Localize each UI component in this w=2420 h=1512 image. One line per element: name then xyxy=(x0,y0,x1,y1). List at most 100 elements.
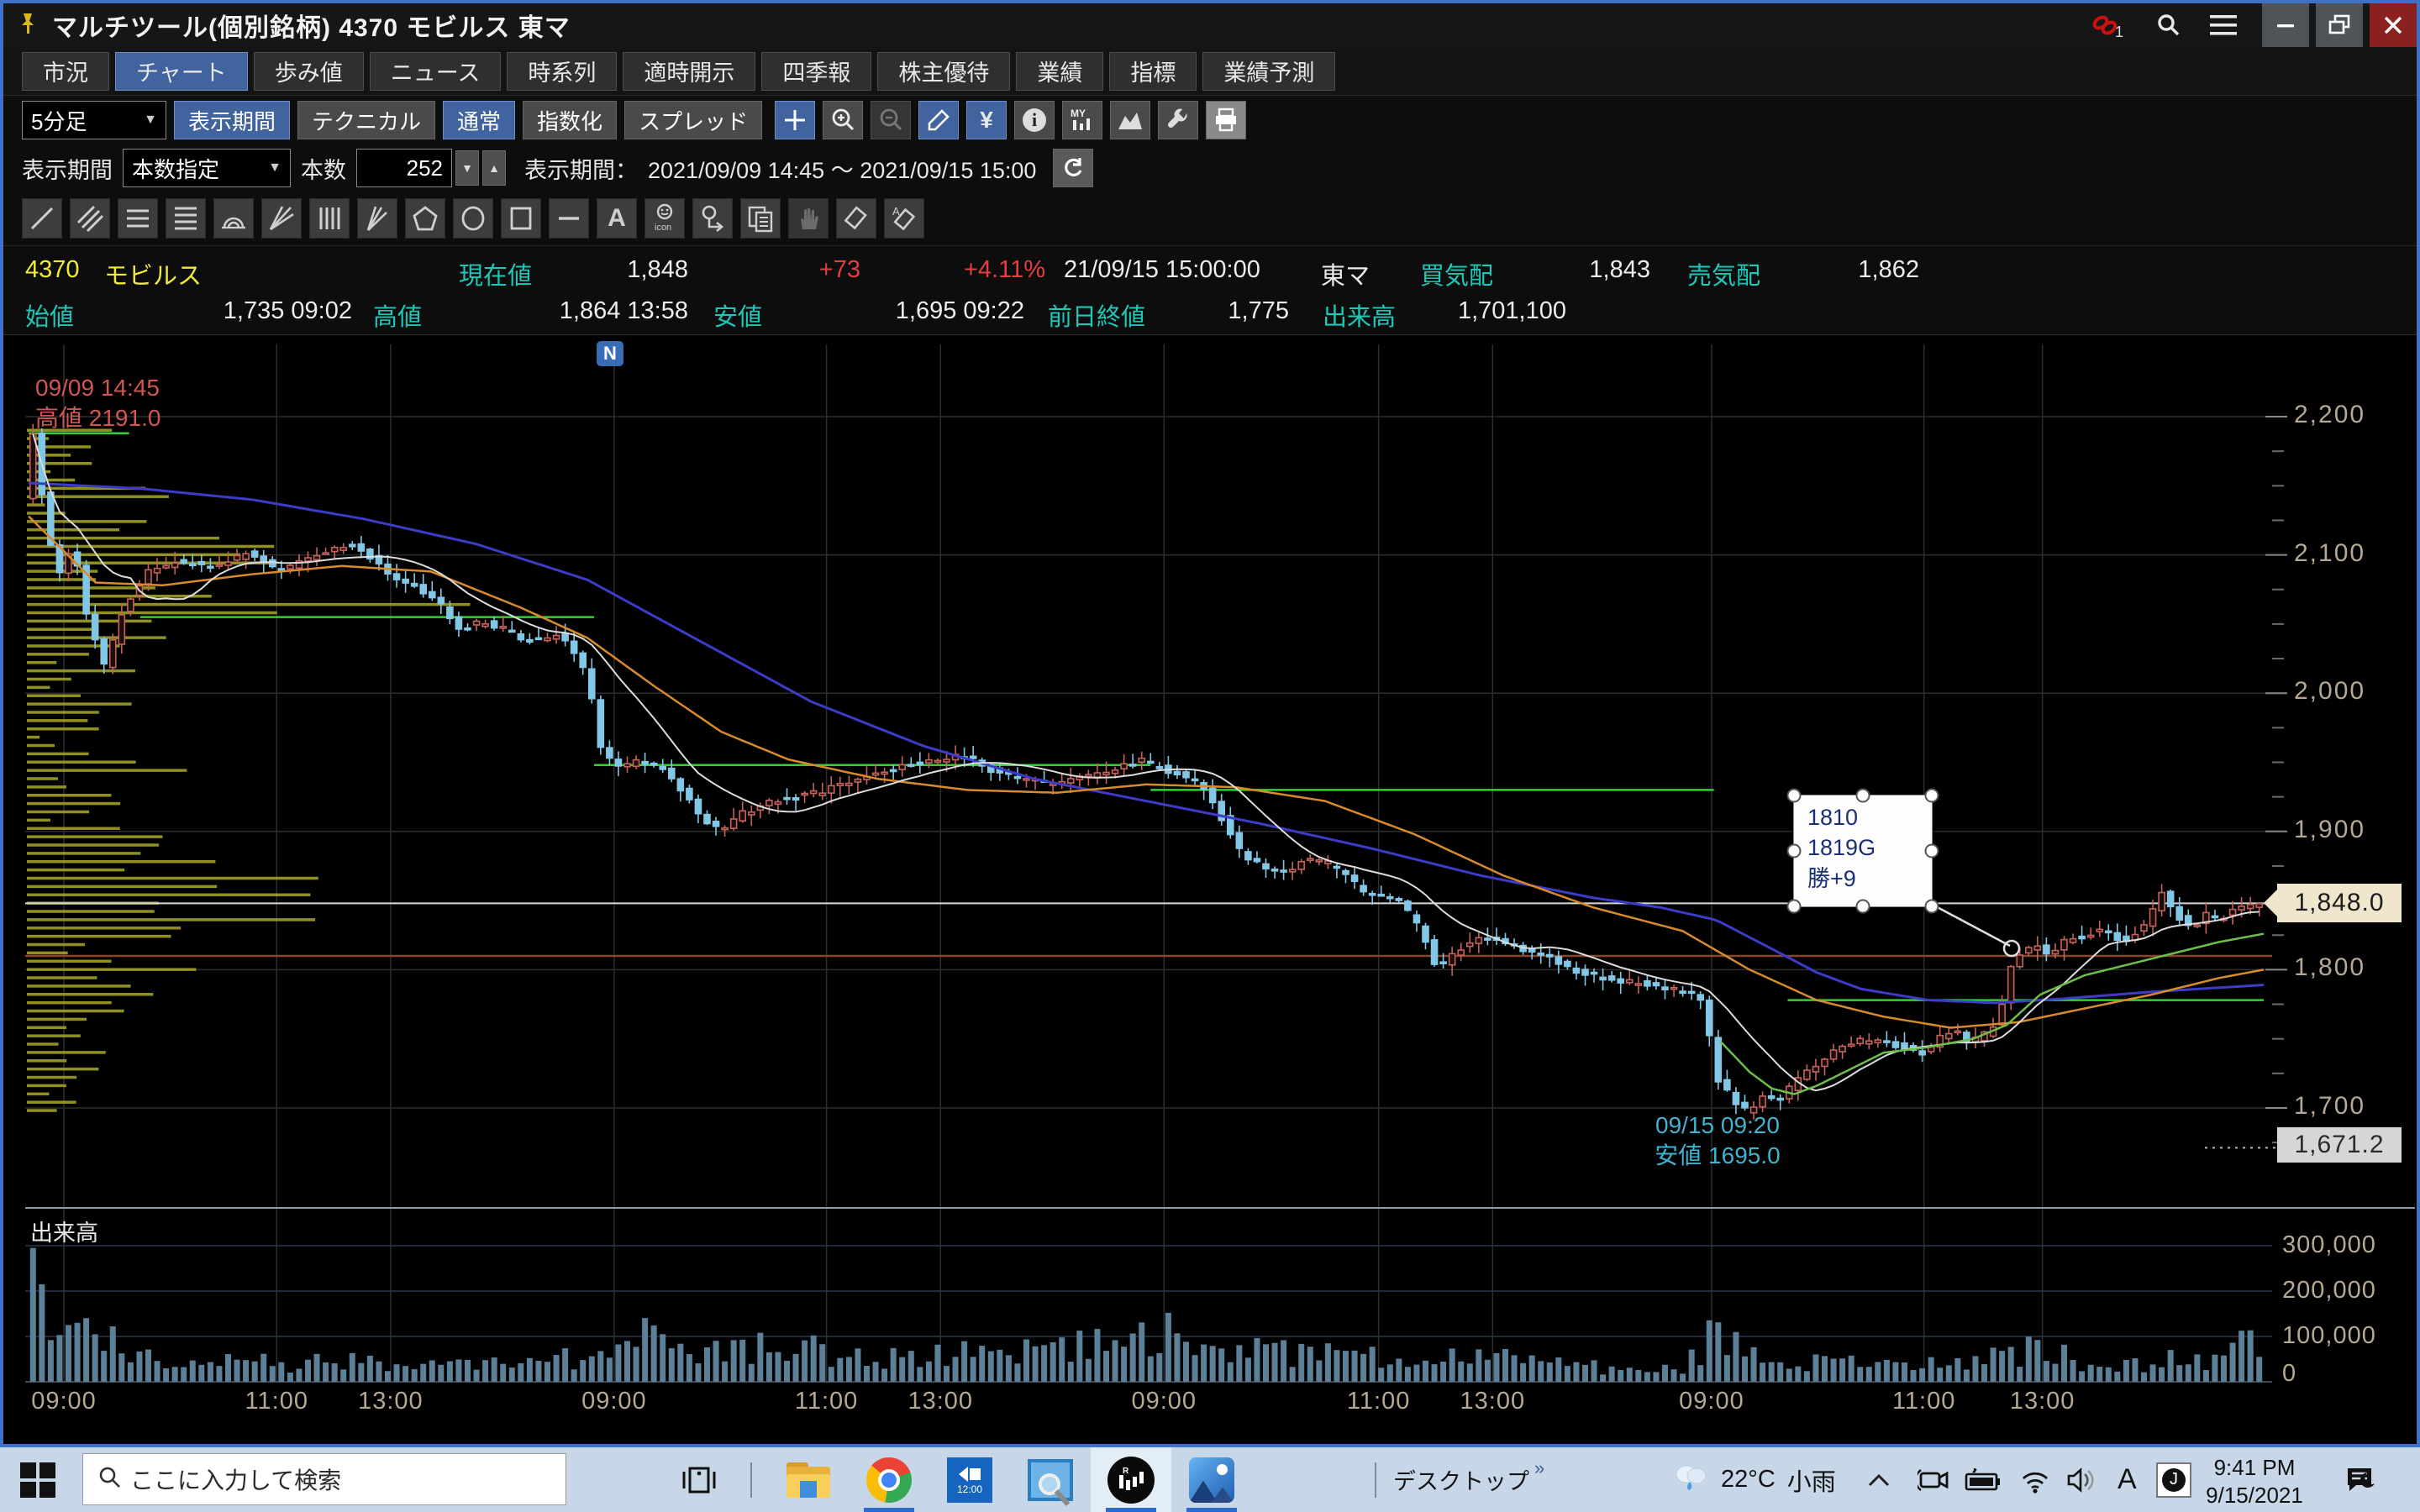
wifi-tray-icon[interactable] xyxy=(2018,1447,2052,1512)
copy-object-icon[interactable] xyxy=(740,198,781,239)
volume-label: 出来高 xyxy=(1323,297,1396,333)
display-period-button[interactable]: 表示期間 xyxy=(174,101,290,139)
indexed-button[interactable]: 指数化 xyxy=(523,101,617,139)
tab-news[interactable]: ニュース xyxy=(370,52,502,91)
eraser-icon[interactable] xyxy=(836,198,876,239)
current-price: 1,848 xyxy=(583,256,688,284)
grid-lines-4-icon[interactable] xyxy=(166,198,206,239)
pointer-return-icon[interactable] xyxy=(692,198,733,239)
yen-icon[interactable]: ¥ xyxy=(966,101,1007,139)
start-button[interactable] xyxy=(20,1447,55,1512)
weather-desc: 小雨 xyxy=(1787,1462,1836,1498)
minimize-button[interactable] xyxy=(2262,3,2309,47)
callout-handle[interactable] xyxy=(1856,789,1870,803)
volume-tray-icon[interactable] xyxy=(2065,1447,2101,1512)
callout-handle[interactable] xyxy=(1925,844,1939,858)
stock-code: 4370 xyxy=(25,256,80,284)
hidden-icons-chevron[interactable] xyxy=(1867,1447,1891,1512)
taskbar-search-input[interactable]: ここに入力して検索 xyxy=(82,1453,566,1505)
restore-button[interactable] xyxy=(2316,3,2363,47)
camera-tray-icon[interactable] xyxy=(1918,1447,1949,1512)
link-group-icon[interactable]: 1 xyxy=(2084,3,2131,47)
open-value: 1,735 09:02 xyxy=(171,297,352,325)
title-bar[interactable]: マルチツール(個別銘柄) 4370 モビルス 東マ 1 xyxy=(3,3,2417,47)
rectangle-icon[interactable] xyxy=(501,198,541,239)
pencil-icon[interactable] xyxy=(918,101,959,139)
eraser-all-icon[interactable]: A xyxy=(884,198,924,239)
period-label: 表示期間 xyxy=(22,152,113,185)
callout-handle[interactable] xyxy=(1787,844,1802,858)
task-view-icon[interactable] xyxy=(682,1447,716,1512)
text-icon[interactable]: A xyxy=(597,198,637,239)
callout-handle[interactable] xyxy=(1856,900,1870,914)
file-explorer-icon[interactable] xyxy=(768,1447,849,1512)
tab-timeseries[interactable]: 時系列 xyxy=(507,52,617,91)
callout-handle[interactable] xyxy=(1925,900,1939,914)
printer-icon[interactable] xyxy=(1206,101,1246,139)
spread-button[interactable]: スプレッド xyxy=(624,101,762,139)
interval-dropdown[interactable]: 5分足 ▼ xyxy=(22,101,166,139)
fan-lines-icon[interactable] xyxy=(261,198,302,239)
period-mode-dropdown[interactable]: 本数指定 ▼ xyxy=(123,149,291,187)
grid-lines-3-icon[interactable] xyxy=(118,198,158,239)
search-icon[interactable] xyxy=(2144,3,2191,47)
window-title: マルチツール(個別銘柄) 4370 モビルス 東マ xyxy=(52,7,571,44)
tab-indicators[interactable]: 指標 xyxy=(1109,52,1197,91)
technical-button[interactable]: テクニカル xyxy=(297,101,435,139)
marketspeed-app-icon[interactable]: R xyxy=(1091,1447,1171,1512)
ellipse-icon[interactable] xyxy=(453,198,493,239)
normal-button[interactable]: 通常 xyxy=(443,101,515,139)
pentagon-icon[interactable] xyxy=(405,198,445,239)
high-label: 高値 xyxy=(373,297,422,333)
callout-handle[interactable] xyxy=(1787,789,1802,803)
icon-stamp-icon[interactable]: icon xyxy=(644,198,685,239)
parallel-channel-icon[interactable] xyxy=(70,198,110,239)
desktop-toolbar[interactable]: デスクトップ » xyxy=(1393,1447,1539,1512)
tab-market[interactable]: 市況 xyxy=(22,52,109,91)
tab-benefit[interactable]: 株主優待 xyxy=(877,52,1010,91)
trade-note-callout[interactable]: 1810 1819G 勝+9 xyxy=(1793,795,1933,907)
pitchfork-icon[interactable] xyxy=(357,198,397,239)
snip-tool-icon[interactable] xyxy=(1010,1447,1091,1512)
vertical-grid-icon[interactable] xyxy=(309,198,350,239)
overflow-chevron-icon[interactable]: » xyxy=(1534,1457,1544,1479)
taskbar-clock[interactable]: 9:41 PM 9/15/2021 xyxy=(2191,1454,2317,1509)
callout-handle[interactable] xyxy=(1787,900,1802,914)
chart-area[interactable]: 09/09 14:45 高値 2191.0 N 09/15 09:20 安値 1… xyxy=(3,336,2417,1447)
action-center-icon[interactable] xyxy=(2344,1447,2378,1512)
trend-line-icon[interactable] xyxy=(22,198,62,239)
zoom-in-icon[interactable] xyxy=(823,101,863,139)
photos-app-icon[interactable] xyxy=(1171,1447,1252,1512)
weather-widget[interactable]: 22°C 小雨 xyxy=(1672,1447,1836,1512)
tab-shikiho[interactable]: 四季報 xyxy=(761,52,871,91)
wrench-icon[interactable] xyxy=(1158,101,1198,139)
info-icon[interactable]: i xyxy=(1014,101,1055,139)
count-decrement-button[interactable]: ▼ xyxy=(455,150,479,186)
news-marker[interactable]: N xyxy=(597,341,623,366)
menu-icon[interactable] xyxy=(2200,3,2247,47)
area-icon[interactable] xyxy=(1110,101,1150,139)
tab-disclosure[interactable]: 適時開示 xyxy=(623,52,755,91)
tab-chart[interactable]: チャート xyxy=(115,52,248,91)
time-axis-label: 09:00 xyxy=(1653,1388,1770,1415)
chrome-icon[interactable] xyxy=(849,1447,929,1512)
ime-language-icon[interactable]: J xyxy=(2156,1447,2191,1512)
tab-forecast[interactable]: 業績予測 xyxy=(1202,52,1335,91)
hand-icon[interactable] xyxy=(788,198,829,239)
callout-handle[interactable] xyxy=(1925,789,1939,803)
crosshair-icon[interactable] xyxy=(775,101,815,139)
close-button[interactable] xyxy=(2370,3,2417,47)
zoom-out-icon[interactable] xyxy=(871,101,911,139)
fibonacci-arcs-icon[interactable] xyxy=(213,198,254,239)
tab-earnings[interactable]: 業績 xyxy=(1016,52,1103,91)
count-increment-button[interactable]: ▲ xyxy=(482,150,506,186)
reset-period-icon[interactable] xyxy=(1053,149,1093,187)
media-app-icon[interactable]: 12:00 xyxy=(929,1447,1010,1512)
horizontal-line-icon[interactable] xyxy=(549,198,589,239)
tab-ticks[interactable]: 歩み値 xyxy=(254,52,364,91)
ime-mode-indicator[interactable]: A xyxy=(2118,1447,2137,1512)
bar-count-input[interactable]: 252 xyxy=(356,149,452,187)
my-indicator-icon[interactable]: MY xyxy=(1062,101,1102,139)
tab-bar: 市況チャート歩み値ニュース時系列適時開示四季報株主優待業績指標業績予測 xyxy=(3,47,2417,96)
windows-taskbar: ここに入力して検索 12:00 xyxy=(0,1447,2420,1512)
